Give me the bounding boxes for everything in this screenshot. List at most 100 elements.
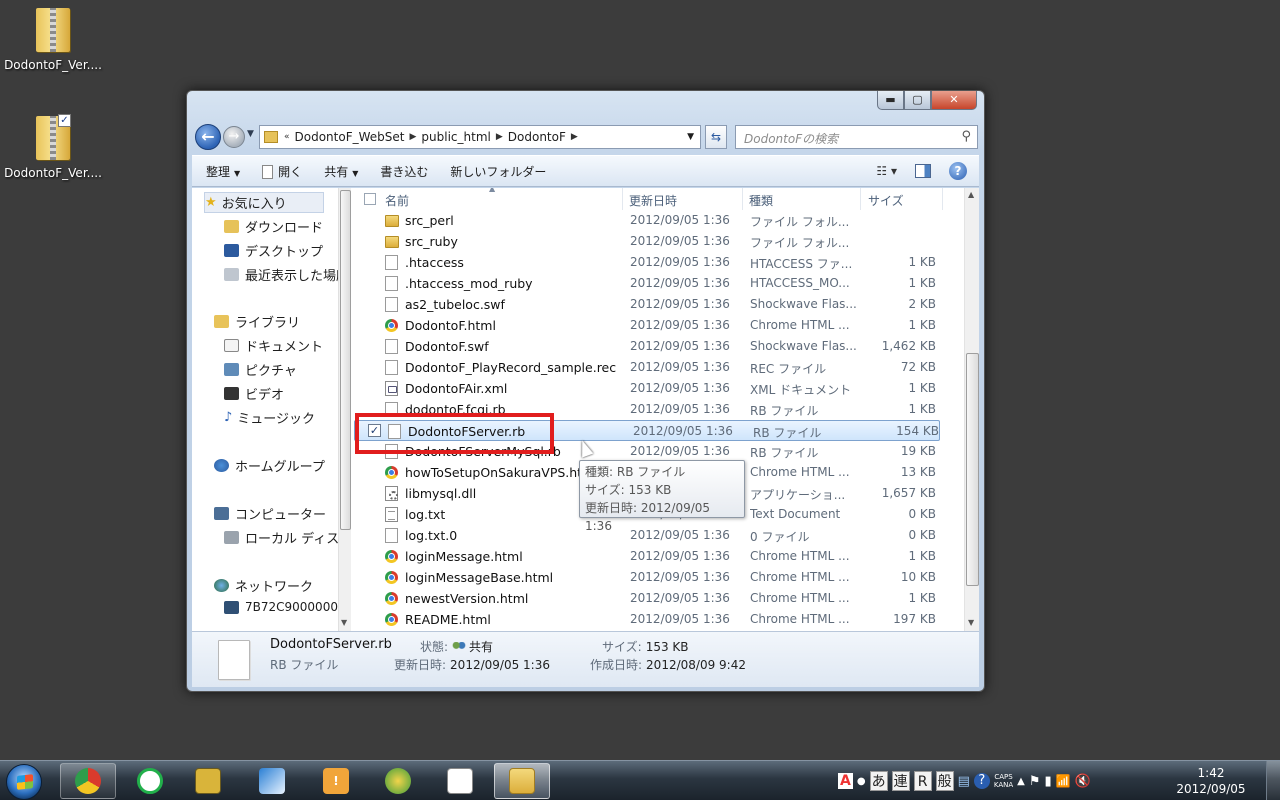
preview-pane-icon[interactable] [915, 164, 931, 178]
taskbar-app-globe[interactable] [370, 763, 426, 799]
file-row[interactable]: src_perl 2012/09/05 1:36 ファイル フォル... [352, 210, 964, 231]
taskbar-app-alert[interactable]: ! [308, 763, 364, 799]
nav-documents[interactable]: ドキュメント [224, 336, 323, 355]
maximize-button[interactable]: ▢ [904, 91, 931, 110]
scrollbar-thumb[interactable] [340, 190, 351, 530]
taskbar-chrome[interactable] [60, 763, 116, 799]
acrobat-icon[interactable]: A [838, 773, 853, 789]
nav-favorites[interactable]: ★ お気に入り [204, 192, 324, 213]
scrollbar-thumb[interactable] [966, 353, 979, 586]
desktop-icon-zip-2[interactable]: ✓ DodontoF_Ver.... [3, 114, 103, 180]
column-size[interactable]: サイズ [868, 192, 904, 209]
network-signal-icon[interactable]: 📶 [1056, 774, 1071, 788]
nav-network[interactable]: ネットワーク [214, 576, 313, 595]
file-row[interactable]: DodontoF_PlayRecord_sample.rec 2012/09/05… [352, 357, 964, 378]
breadcrumb-overflow[interactable]: « [284, 132, 290, 142]
file-row[interactable]: DodontoF.swf 2012/09/05 1:36 Shockwave Fla… [352, 336, 964, 357]
column-name[interactable]: 名前 [385, 192, 409, 209]
scroll-down-icon[interactable]: ▼ [968, 618, 974, 627]
taskbar-app-green[interactable] [122, 763, 178, 799]
refresh-button[interactable]: ⇆ [705, 125, 727, 149]
nav-network-pc[interactable]: 7B72C9000000 [224, 600, 338, 614]
ime-conversion[interactable]: 連 [891, 771, 910, 791]
file-list-scrollbar[interactable]: ▲ ▼ [964, 188, 979, 631]
file-row[interactable]: .htaccess_mod_ruby 2012/09/05 1:36 HTACCES… [352, 273, 964, 294]
ime-pad-icon[interactable]: ▤ [958, 774, 970, 789]
ime-general[interactable]: 般 [935, 771, 954, 791]
row-checkbox[interactable]: ✓ [368, 424, 381, 437]
breadcrumb-item[interactable]: public_html [421, 130, 490, 144]
nav-downloads[interactable]: ダウンロード [224, 217, 323, 236]
nav-computer[interactable]: コンピューター [214, 504, 326, 523]
nav-recent-places[interactable]: 最近表示した場所 [224, 265, 338, 284]
search-input[interactable]: DodontoFの検索 ⚲ [735, 125, 978, 149]
ime-hiragana[interactable]: あ [869, 771, 888, 791]
ime-roman[interactable]: R [913, 771, 932, 791]
address-dropdown-icon[interactable]: ▼ [687, 132, 694, 142]
column-divider[interactable] [860, 188, 861, 210]
nav-libraries[interactable]: ライブラリ [214, 312, 300, 331]
tray-expand-icon[interactable]: ▲ [1017, 776, 1025, 787]
breadcrumb-item[interactable]: DodontoF_WebSet [295, 130, 405, 144]
file-row[interactable]: DodontoF.html 2012/09/05 1:36 Chrome HTML … [352, 315, 964, 336]
navigation-scrollbar[interactable]: ▼ [338, 188, 351, 631]
volume-muted-icon[interactable]: 🔇 [1075, 774, 1091, 789]
file-row[interactable]: newestVersion.html 2012/09/05 1:36 Chrome … [352, 588, 964, 609]
share-button[interactable]: 共有 ▼ [324, 163, 358, 180]
clock[interactable]: 1:42 2012/09/05 [1168, 765, 1254, 797]
column-divider[interactable] [622, 188, 623, 210]
new-folder-button[interactable]: 新しいフォルダー [450, 163, 546, 180]
file-row[interactable]: loginMessageBase.html 2012/09/05 1:36 Chro… [352, 567, 964, 588]
forward-button[interactable]: → [223, 126, 245, 148]
help-icon[interactable]: ? [949, 162, 967, 180]
column-divider[interactable] [742, 188, 743, 210]
select-all-checkbox[interactable] [364, 193, 376, 205]
file-row[interactable]: dodontoF.fcgi.rb 2012/09/05 1:36 RB ファイル 1 … [352, 399, 964, 420]
ime-dot-icon[interactable]: ● [857, 776, 866, 787]
minimize-button[interactable]: ▬ [877, 91, 904, 110]
organize-button[interactable]: 整理 ▼ [206, 163, 240, 180]
nav-music[interactable]: ♪ ミュージック [224, 408, 315, 427]
file-row[interactable]: src_ruby 2012/09/05 1:36 ファイル フォル... [352, 231, 964, 252]
show-desktop-button[interactable] [1266, 761, 1280, 800]
recent-pages-dropdown[interactable]: ▼ [247, 129, 254, 139]
search-icon[interactable]: ⚲ [961, 129, 971, 144]
breadcrumb-separator-icon[interactable]: ▶ [409, 132, 416, 142]
taskbar-app-terminal[interactable] [180, 763, 236, 799]
file-row[interactable]: DodontoFAir.xml 2012/09/05 1:36 XML ドキュメント… [352, 378, 964, 399]
nav-local-disk[interactable]: ローカル ディスク [224, 528, 338, 547]
back-button[interactable]: ← [195, 124, 221, 150]
column-type[interactable]: 種類 [749, 192, 773, 209]
file-row[interactable]: .htaccess 2012/09/05 1:36 HTACCESS ファ... 1 … [352, 252, 964, 273]
open-button[interactable]: 開く [262, 163, 302, 180]
breadcrumb-separator-icon[interactable]: ▶ [496, 132, 503, 142]
nav-desktop[interactable]: デスクトップ [224, 241, 323, 260]
taskbar-explorer[interactable] [494, 763, 550, 799]
column-date[interactable]: 更新日時 [629, 192, 677, 209]
share-icon [452, 642, 467, 653]
nav-videos[interactable]: ビデオ [224, 384, 284, 403]
address-bar[interactable]: « DodontoF_WebSet ▶ public_html ▶ Dodont… [259, 125, 701, 149]
action-center-flag-icon[interactable]: ⚑ [1029, 774, 1041, 789]
column-divider[interactable] [942, 188, 943, 210]
nav-pictures[interactable]: ピクチャ [224, 360, 297, 379]
file-row[interactable]: as2_tubeloc.swf 2012/09/05 1:36 Shockwave … [352, 294, 964, 315]
view-options-icon[interactable]: ☷ ▾ [876, 164, 897, 178]
breadcrumb-separator-icon[interactable]: ▶ [571, 132, 578, 142]
scroll-down-icon[interactable]: ▼ [341, 618, 347, 627]
taskbar-app-notepad[interactable] [432, 763, 488, 799]
file-row[interactable]: README.html 2012/09/05 1:36 Chrome HTML ..… [352, 609, 964, 630]
scroll-up-icon[interactable]: ▲ [968, 190, 974, 199]
file-row[interactable]: loginMessage.html 2012/09/05 1:36 Chrome H… [352, 546, 964, 567]
desktop-icon-zip-1[interactable]: DodontoF_Ver.... [3, 8, 103, 72]
burn-button[interactable]: 書き込む [380, 163, 428, 180]
ime-help-icon[interactable]: ? [973, 773, 990, 789]
taskbar-app-feather[interactable] [244, 763, 300, 799]
start-button[interactable] [6, 764, 42, 800]
close-button[interactable]: ✕ [931, 91, 977, 110]
power-icon[interactable]: ▮ [1045, 774, 1052, 789]
file-row[interactable]: ✓ DodontoFServer.rb 2012/09/05 1:36 RB ファイル… [354, 420, 940, 441]
breadcrumb-item[interactable]: DodontoF [508, 130, 566, 144]
nav-homegroup[interactable]: ホームグループ [214, 456, 325, 475]
file-row[interactable]: DodontoFServerMySql.rb 2012/09/05 1:36 RB … [352, 441, 964, 462]
